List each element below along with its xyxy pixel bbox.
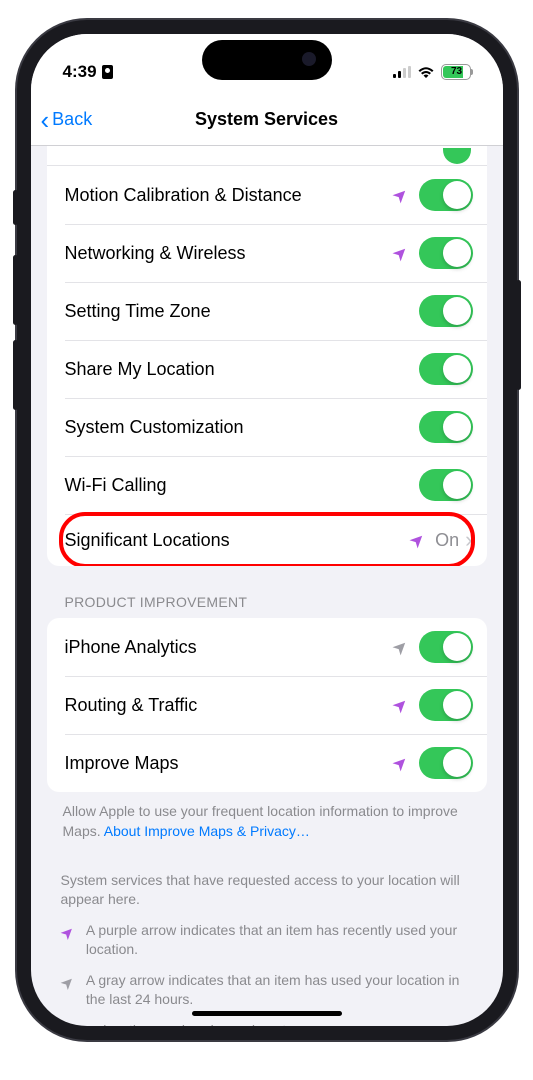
toggle-switch[interactable] [419, 353, 473, 385]
chevron-left-icon: ‹ [41, 107, 50, 133]
navigation-bar: ‹ Back System Services [31, 94, 503, 146]
toggle-switch[interactable] [419, 237, 473, 269]
row-motion-calibration[interactable]: Motion Calibration & Distance ➤ [47, 166, 487, 224]
toggle-switch[interactable] [419, 631, 473, 663]
system-services-section: Motion Calibration & Distance ➤ Networki… [47, 146, 487, 566]
legend-intro: System services that have requested acce… [61, 871, 473, 909]
location-arrow-icon: ➤ [55, 971, 79, 995]
home-indicator[interactable] [192, 1011, 342, 1016]
page-title: System Services [31, 109, 503, 130]
toggle-switch[interactable] [419, 411, 473, 443]
row-routing-traffic[interactable]: Routing & Traffic ➤ [47, 676, 487, 734]
product-improvement-section: iPhone Analytics ➤ Routing & Traffic ➤ I… [47, 618, 487, 792]
toggle-switch[interactable] [419, 689, 473, 721]
row-share-my-location[interactable]: Share My Location [47, 340, 487, 398]
toggle-switch[interactable] [419, 295, 473, 327]
section-header-product-improvement: PRODUCT IMPROVEMENT [31, 566, 503, 618]
location-arrow-icon: ➤ [55, 921, 79, 945]
dynamic-island [202, 40, 332, 80]
toggle-switch-partial[interactable] [443, 148, 471, 164]
row-improve-maps[interactable]: Improve Maps ➤ [47, 734, 487, 792]
chevron-right-icon: › [465, 527, 472, 553]
legend-gray-row: ➤ A gray arrow indicates that an item ha… [61, 971, 473, 1009]
row-value: On [435, 530, 459, 551]
id-card-icon [102, 65, 113, 79]
row-wifi-calling[interactable]: Wi-Fi Calling [47, 456, 487, 514]
row-significant-locations[interactable]: Significant Locations ➤ On › [47, 514, 487, 566]
toggle-switch[interactable] [419, 469, 473, 501]
partial-row [47, 146, 487, 166]
legend-outro: These location services icons do not app… [61, 1021, 473, 1026]
row-iphone-analytics[interactable]: iPhone Analytics ➤ [47, 618, 487, 676]
toggle-switch[interactable] [419, 747, 473, 779]
status-time: 4:39 [63, 62, 97, 82]
legend-purple-row: ➤ A purple arrow indicates that an item … [61, 921, 473, 959]
row-networking-wireless[interactable]: Networking & Wireless ➤ [47, 224, 487, 282]
battery-icon: 73 [441, 64, 471, 80]
back-button[interactable]: ‹ Back [41, 107, 93, 133]
footer-text: Allow Apple to use your frequent locatio… [31, 792, 503, 841]
row-setting-time-zone[interactable]: Setting Time Zone [47, 282, 487, 340]
privacy-link[interactable]: About Improve Maps & Privacy… [104, 823, 310, 839]
back-label: Back [52, 109, 92, 130]
row-system-customization[interactable]: System Customization [47, 398, 487, 456]
wifi-icon [417, 65, 435, 79]
cellular-signal-icon [393, 66, 411, 78]
toggle-switch[interactable] [419, 179, 473, 211]
